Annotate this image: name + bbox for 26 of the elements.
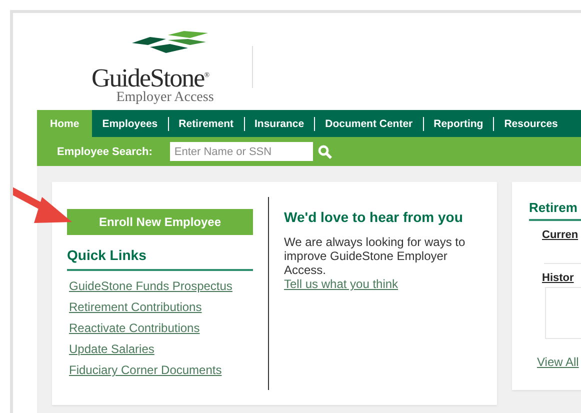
view-all-link[interactable]: View All [537, 355, 579, 369]
section-heading: Quick Links [67, 247, 253, 271]
logo-wordmark: GuideStone$^{®}$ [91, 63, 209, 91]
search-label: Employee Search: [57, 146, 152, 158]
section-heading: Retirem [529, 200, 581, 221]
nav-tab[interactable]: Document Center [315, 110, 423, 137]
nav-tab[interactable]: Retirement [168, 110, 244, 137]
subsection-label: Curren [542, 229, 580, 241]
search-field[interactable]: Enter Name or SSN [170, 142, 314, 161]
nav-tab[interactable]: Resources [494, 110, 568, 137]
subsection-label: Histor [542, 272, 575, 284]
feedback-text: We are always looking for ways to improve GuideStone Employer Access. [284, 235, 466, 277]
section-heading: We'd love to hear from you [284, 209, 464, 225]
quick-link[interactable]: GuideStone Funds Prospectus [69, 279, 232, 294]
search-icon[interactable] [318, 144, 332, 158]
quick-link[interactable]: Retirement Contributions [69, 300, 202, 315]
quick-link[interactable]: Fiduciary Corner Documents [69, 363, 222, 378]
nav-tab[interactable]: Employees [92, 110, 168, 137]
feedback-link[interactable]: Tell us what you think [284, 277, 398, 291]
quick-link[interactable]: Reactivate Contributions [69, 321, 200, 336]
quick-link[interactable]: Update Salaries [69, 342, 154, 357]
nav-tab[interactable]: Reporting [424, 110, 494, 137]
enroll-button[interactable]: Enroll New Employee [67, 209, 253, 235]
nav-tab[interactable]: Home [37, 110, 92, 137]
logo-tagline: Employer Access [116, 90, 214, 105]
nav-tab[interactable]: Insurance [244, 110, 314, 137]
